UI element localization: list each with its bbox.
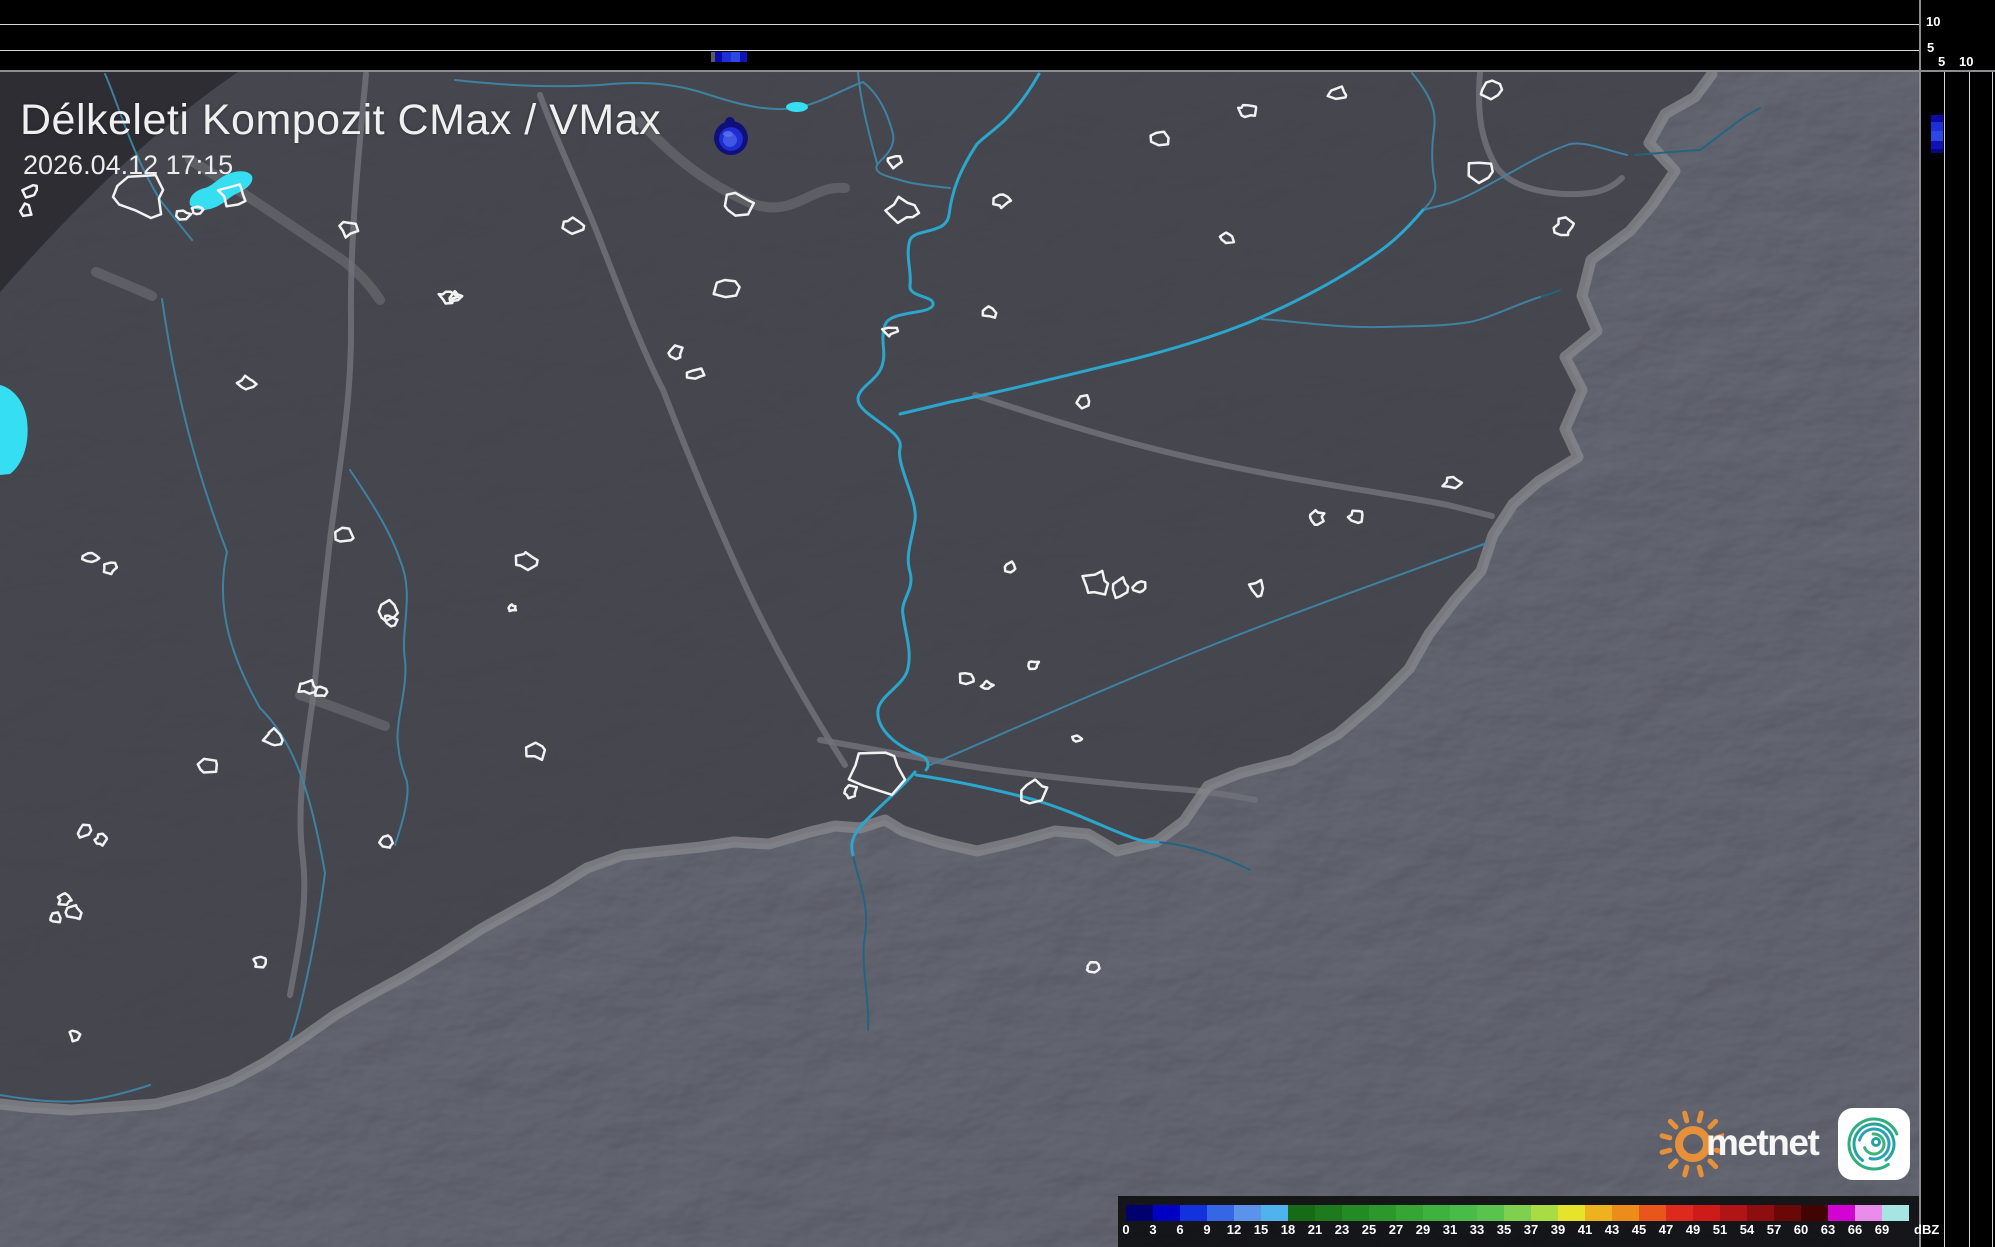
panel-separator-vertical [1919, 0, 1921, 1247]
sun-ray [1670, 1121, 1676, 1127]
legend-value-label: 12 [1227, 1222, 1241, 1237]
top-height-profile-panel [0, 0, 1919, 71]
logo-text: metnet [1706, 1122, 1818, 1164]
sun-ray [1662, 1150, 1670, 1152]
legend-value-label: 37 [1524, 1222, 1538, 1237]
legend-cell [1288, 1205, 1315, 1221]
legend-value-label: 63 [1821, 1222, 1835, 1237]
legend-value-label: 60 [1794, 1222, 1808, 1237]
echo-profile-pixel [1931, 115, 1943, 122]
legend-value-label: 3 [1149, 1222, 1156, 1237]
legend-value-label: 51 [1713, 1222, 1727, 1237]
legend-value-label: 29 [1416, 1222, 1430, 1237]
sun-ray [1699, 1113, 1701, 1121]
legend-cell [1801, 1205, 1828, 1221]
echo-profile-pixel [715, 52, 722, 62]
legend-cell [1585, 1205, 1612, 1221]
legend-cell [1153, 1205, 1180, 1221]
legend-unit-label: dBZ [1914, 1222, 1939, 1237]
legend-value-label: 21 [1308, 1222, 1322, 1237]
dbz-color-scale: 0369121518212325272931333537394143454749… [1118, 1196, 1919, 1247]
sun-ray [1670, 1161, 1676, 1167]
legend-cell [1396, 1205, 1423, 1221]
legend-value-label: 49 [1686, 1222, 1700, 1237]
timestamp: 2026.04.12 17:15 [23, 150, 233, 181]
legend-value-label: 25 [1362, 1222, 1376, 1237]
legend-value-label: 41 [1578, 1222, 1592, 1237]
legend-cell [1342, 1205, 1369, 1221]
echo-profile-pixel [1931, 131, 1943, 141]
legend-value-label: 6 [1176, 1222, 1183, 1237]
page-title: Délkeleti Kompozit CMax / VMax [20, 96, 661, 145]
legend-cell [1693, 1205, 1720, 1221]
height-gridline-5km-v [1944, 72, 1945, 1247]
legend-value-label: 9 [1203, 1222, 1210, 1237]
metnet-logo: metnet [1634, 1098, 1924, 1188]
legend-cell [1126, 1205, 1153, 1221]
legend-value-label: 18 [1281, 1222, 1295, 1237]
legend-cell [1450, 1205, 1477, 1221]
legend-cell [1774, 1205, 1801, 1221]
legend-cell [1423, 1205, 1450, 1221]
legend-cell [1720, 1205, 1747, 1221]
legend-value-label: 0 [1122, 1222, 1129, 1237]
legend-cell [1315, 1205, 1342, 1221]
legend-cell [1612, 1205, 1639, 1221]
legend-value-label: 27 [1389, 1222, 1403, 1237]
sun-ray [1685, 1167, 1687, 1175]
legend-value-label: 47 [1659, 1222, 1673, 1237]
radar-composite-screen: 10 5 5 10 Délkeleti Kompozit CMax / VMax… [0, 0, 1995, 1247]
echo-profile-pixel [731, 52, 740, 62]
legend-cell [1882, 1205, 1909, 1221]
echo-profile-pixel [740, 52, 747, 62]
legend-value-label: 15 [1254, 1222, 1268, 1237]
top-panel-tick-5: 5 [1927, 41, 1934, 54]
echo-profile-pixel [722, 52, 731, 62]
height-gridline-10km-v [1969, 72, 1970, 1247]
legend-cell [1261, 1205, 1288, 1221]
legend-cell [1180, 1205, 1207, 1221]
legend-value-label: 57 [1767, 1222, 1781, 1237]
legend-value-label: 43 [1605, 1222, 1619, 1237]
legend-value-label: 23 [1335, 1222, 1349, 1237]
sun-ray [1685, 1113, 1687, 1121]
legend-value-label: 39 [1551, 1222, 1565, 1237]
legend-cell [1531, 1205, 1558, 1221]
legend-cell [1369, 1205, 1396, 1221]
legend-value-label: 31 [1443, 1222, 1457, 1237]
top-panel-tick-10: 10 [1926, 15, 1940, 28]
right-panel-tick-10: 10 [1959, 55, 1973, 68]
radar-map [0, 0, 1995, 1247]
right-height-profile-panel: 10 5 5 10 [1921, 0, 1995, 1247]
sun-ray [1662, 1136, 1670, 1138]
legend-cell [1558, 1205, 1585, 1221]
height-gridline-10km [0, 24, 1919, 25]
legend-value-label: 69 [1875, 1222, 1889, 1237]
height-gridline-15km-v [1992, 72, 1993, 1247]
sun-ray [1699, 1167, 1701, 1175]
legend-cell [1504, 1205, 1531, 1221]
legend-cell [1639, 1205, 1666, 1221]
echo-core-highlight [723, 131, 733, 137]
legend-value-label: 35 [1497, 1222, 1511, 1237]
legend-cell [1828, 1205, 1855, 1221]
legend-cell [1477, 1205, 1504, 1221]
legend-value-label: 54 [1740, 1222, 1754, 1237]
height-gridline-5km [0, 50, 1919, 51]
echo-profile-pixel [1931, 141, 1943, 149]
legend-cell [1207, 1205, 1234, 1221]
legend-cell [1855, 1205, 1882, 1221]
legend-value-label: 66 [1848, 1222, 1862, 1237]
legend-value-label: 45 [1632, 1222, 1646, 1237]
right-panel-tick-5: 5 [1938, 55, 1945, 68]
legend-cell [1747, 1205, 1774, 1221]
panel-separator-horizontal [0, 70, 1995, 72]
legend-cell [1234, 1205, 1261, 1221]
echo-profile-pixel [1931, 149, 1943, 153]
spiral-app-icon [1838, 1108, 1910, 1180]
echo-profile-pixel [1931, 122, 1943, 131]
legend-cell [1666, 1205, 1693, 1221]
legend-value-label: 33 [1470, 1222, 1484, 1237]
